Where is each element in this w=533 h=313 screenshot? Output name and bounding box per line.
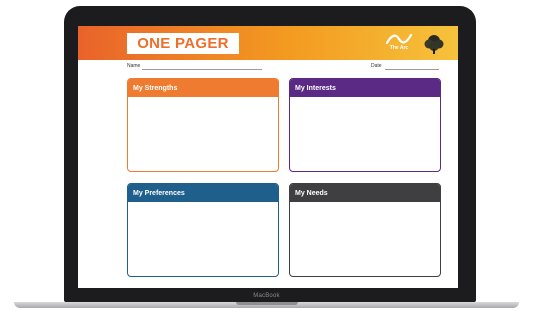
card-title: My Preferences — [128, 184, 278, 202]
date-field[interactable] — [385, 69, 439, 70]
name-label: Name — [127, 63, 141, 69]
laptop-screen: ONE PAGER The Arc Name Date My Strengths… — [78, 26, 458, 288]
card-title: My Strengths — [128, 79, 278, 97]
arc-logo: The Arc — [384, 32, 414, 56]
page-title: ONE PAGER — [127, 33, 239, 54]
tree-icon — [422, 32, 446, 56]
laptop-notch — [236, 302, 298, 305]
preferences-card[interactable]: My Preferences — [127, 183, 279, 277]
name-field[interactable] — [142, 69, 262, 70]
interests-card[interactable]: My Interests — [289, 78, 441, 172]
document-header: ONE PAGER The Arc — [78, 26, 458, 60]
strengths-card[interactable]: My Strengths — [127, 78, 279, 172]
card-title: My Needs — [290, 184, 440, 202]
logo-text: The Arc — [389, 45, 409, 51]
card-title: My Interests — [290, 79, 440, 97]
date-label: Date — [371, 63, 382, 69]
needs-card[interactable]: My Needs — [289, 183, 441, 277]
device-brand-label: MacBook — [253, 293, 280, 299]
